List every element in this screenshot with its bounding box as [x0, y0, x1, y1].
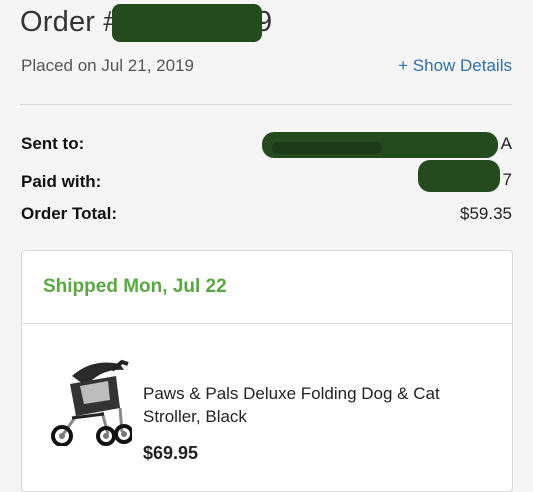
- order-total-label: Order Total:: [21, 204, 118, 223]
- paid-with-label: Paid with:: [21, 172, 102, 191]
- divider: [20, 104, 512, 105]
- paid-with-value: 7: [502, 170, 512, 189]
- item-price: $69.95: [143, 443, 199, 463]
- shipment-status: Shipped Mon, Jul 22: [43, 276, 227, 297]
- shipment-header: Shipped Mon, Jul 22: [22, 251, 512, 324]
- shipment-card: Shipped Mon, Jul 22 Paws & Pals Deluxe F…: [21, 250, 513, 492]
- item-name[interactable]: Paws & Pals Deluxe Folding Dog & Cat Str…: [143, 382, 493, 428]
- placed-date: Placed on Jul 21, 2019: [21, 56, 194, 75]
- redaction-mark: [272, 142, 382, 154]
- show-details-link[interactable]: + Show Details: [398, 56, 512, 76]
- order-total-value: $59.35: [460, 204, 512, 223]
- sent-to-value: A: [500, 134, 512, 153]
- redaction-mark: [112, 4, 262, 42]
- redaction-mark: [418, 160, 500, 192]
- sent-to-label: Sent to:: [21, 134, 85, 153]
- pet-stroller-image[interactable]: [42, 356, 134, 447]
